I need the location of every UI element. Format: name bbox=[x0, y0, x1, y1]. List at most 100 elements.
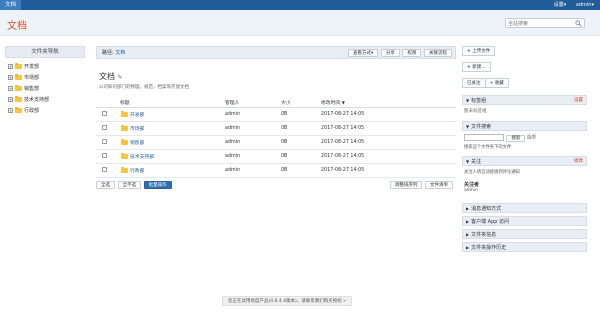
select-none-button[interactable]: 全不选 bbox=[117, 181, 142, 189]
size-cell: 0B bbox=[281, 135, 321, 150]
workflow-button[interactable]: 关联流程 bbox=[424, 49, 452, 57]
new-button[interactable]: + 新建... bbox=[462, 62, 491, 72]
expand-icon[interactable]: + bbox=[8, 108, 13, 113]
favorite-button[interactable]: + 收藏 bbox=[484, 78, 509, 88]
table-row[interactable]: 技术支持部 admin 0B 2017-08-27 14:05 bbox=[96, 149, 456, 164]
search-hint: 搜索这个文件夹下的文件 bbox=[464, 145, 512, 150]
view-mode-button[interactable]: 查看方式▾ bbox=[347, 49, 379, 57]
history-panel-header[interactable]: ▶ 文件夹操作历史 bbox=[462, 242, 587, 252]
search-options-link[interactable]: 选项 bbox=[527, 136, 536, 141]
permission-button[interactable]: 权限 bbox=[402, 49, 422, 57]
edit-icon[interactable]: ✎ bbox=[118, 74, 123, 81]
breadcrumb-link[interactable]: 文档 bbox=[115, 50, 125, 56]
col-owner[interactable]: 管理人 bbox=[225, 98, 281, 108]
modified-cell: 2017-08-27 14:05 bbox=[321, 135, 456, 150]
tags-panel-header[interactable]: ▼ 标签组 设置 bbox=[462, 95, 587, 105]
row-checkbox[interactable] bbox=[102, 139, 107, 144]
row-checkbox[interactable] bbox=[102, 167, 107, 172]
row-checkbox[interactable] bbox=[102, 153, 107, 158]
owner-cell: admin bbox=[225, 163, 281, 178]
table-row[interactable]: 开发部 admin 0B 2017-08-27 14:05 bbox=[96, 107, 456, 122]
batch-action-button[interactable]: 批量操作 bbox=[143, 181, 172, 189]
settings-menu[interactable]: 设置▾ bbox=[554, 2, 567, 8]
page-title: 文档 bbox=[7, 21, 27, 32]
expand-icon: ▶ bbox=[466, 219, 470, 224]
upload-button[interactable]: + 上传文件 bbox=[462, 46, 496, 56]
folder-nav-title: 文件夹导航 bbox=[5, 46, 85, 58]
size-cell: 0B bbox=[281, 149, 321, 164]
tab-docs[interactable]: 文档 bbox=[0, 0, 22, 10]
nav-item-support[interactable]: + 技术支持部 bbox=[5, 95, 85, 106]
plus-icon: + bbox=[467, 65, 471, 70]
trial-notice[interactable]: 您正在试用易度产品(4.8.4.4版本)，请联系我们购买授权 » bbox=[222, 296, 352, 306]
notify-panel-header[interactable]: ▶ 消息通知方式 bbox=[462, 203, 587, 213]
size-cell: 0B bbox=[281, 121, 321, 136]
search-icon[interactable] bbox=[575, 20, 582, 27]
expand-icon[interactable]: + bbox=[8, 64, 13, 69]
nav-item-sales[interactable]: + 销售部 bbox=[5, 84, 85, 95]
right-sidebar: + 上传文件 + 新建... 已关注 + 收藏 ▼ 标签组 设置 暂未标签组 ▼ 文件… bbox=[462, 46, 587, 252]
table-row[interactable]: 销售部 admin 0B 2017-08-27 14:05 bbox=[96, 135, 456, 150]
file-list-button[interactable]: 文件清单 bbox=[425, 181, 453, 189]
select-all-button[interactable]: 全选 bbox=[96, 181, 115, 189]
row-checkbox[interactable] bbox=[102, 125, 107, 130]
nav-item-dev[interactable]: + 开发部 bbox=[5, 62, 85, 73]
sort-desc-icon: ▼ bbox=[341, 99, 345, 105]
follower-name: admin bbox=[464, 188, 479, 193]
folder-icon bbox=[15, 107, 22, 113]
site-search[interactable] bbox=[505, 18, 585, 28]
nav-item-admin[interactable]: + 行政部 bbox=[5, 106, 85, 117]
table-row[interactable]: 市场部 admin 0B 2017-08-27 14:05 bbox=[96, 121, 456, 136]
row-checkbox[interactable] bbox=[102, 111, 107, 116]
page-header: 文档 bbox=[0, 10, 600, 36]
size-cell: 0B bbox=[281, 107, 321, 122]
collapse-icon: ▼ bbox=[466, 159, 470, 164]
main-content: 路径: 文档 查看方式▾ 分享 权限 关联流程 文档 ✎ 公司知识部门的物理，规… bbox=[96, 46, 456, 189]
file-name-link[interactable]: 市场部 bbox=[130, 127, 144, 132]
file-name-link[interactable]: 开发部 bbox=[130, 113, 144, 118]
folder-nav: 文件夹导航 + 开发部 + 市场部 + 销售部 + 技术支持部 + 行政部 bbox=[5, 46, 85, 117]
folder-info-panel-header[interactable]: ▶ 文件夹信息 bbox=[462, 229, 587, 239]
owner-cell: admin bbox=[225, 121, 281, 136]
expand-icon: ▶ bbox=[466, 206, 470, 211]
file-search-body: 搜索 选项 搜索这个文件夹下的文件 bbox=[462, 131, 587, 153]
expand-icon[interactable]: + bbox=[8, 97, 13, 102]
expand-icon: ▶ bbox=[466, 245, 470, 250]
folder-icon bbox=[15, 63, 22, 69]
nav-item-market[interactable]: + 市场部 bbox=[5, 73, 85, 84]
folder-icon bbox=[121, 110, 128, 117]
breadcrumb-bar: 路径: 文档 查看方式▾ 分享 权限 关联流程 bbox=[96, 46, 456, 59]
follow-edit-link[interactable]: 修改 bbox=[574, 157, 583, 166]
owner-cell: admin bbox=[225, 149, 281, 164]
folder-icon bbox=[121, 152, 128, 159]
file-search-input[interactable] bbox=[464, 134, 504, 141]
file-table: 标题 管理人 大小 修改时间 ▼ 开发部 admin 0B 2017-08-27… bbox=[96, 98, 456, 178]
folder-title: 文档 ✎ bbox=[99, 72, 123, 81]
col-size[interactable]: 大小 bbox=[281, 98, 321, 108]
user-menu[interactable]: admin▾ bbox=[576, 2, 594, 8]
followers-label: 关注者 bbox=[464, 182, 480, 188]
search-input[interactable] bbox=[508, 20, 572, 27]
file-name-link[interactable]: 销售部 bbox=[130, 141, 144, 146]
tags-settings-link[interactable]: 设置 bbox=[574, 96, 583, 105]
breadcrumb: 路径: 文档 bbox=[102, 47, 125, 59]
share-button[interactable]: 分享 bbox=[380, 49, 400, 57]
col-title[interactable]: 标题 bbox=[120, 98, 225, 108]
folder-icon bbox=[15, 74, 22, 80]
expand-icon[interactable]: + bbox=[8, 75, 13, 80]
modified-cell: 2017-08-27 14:05 bbox=[321, 149, 456, 164]
owner-cell: admin bbox=[225, 135, 281, 150]
file-name-link[interactable]: 技术支持部 bbox=[130, 155, 154, 160]
table-row[interactable]: 行政部 admin 0B 2017-08-27 14:05 bbox=[96, 163, 456, 178]
follow-panel-header[interactable]: ▼ 关注 修改 bbox=[462, 156, 587, 166]
app-access-panel-header[interactable]: ▶ 客户端 App 访问 bbox=[462, 216, 587, 226]
sort-columns-button[interactable]: 调整排序列 bbox=[389, 181, 423, 189]
file-search-button[interactable]: 搜索 bbox=[506, 135, 526, 142]
col-modified[interactable]: 修改时间 ▼ bbox=[321, 98, 456, 108]
followed-button[interactable]: 已关注 bbox=[462, 78, 486, 88]
file-name-link[interactable]: 行政部 bbox=[130, 169, 144, 174]
expand-icon[interactable]: + bbox=[8, 86, 13, 91]
expand-icon: ▶ bbox=[466, 232, 470, 237]
modified-cell: 2017-08-27 14:05 bbox=[321, 163, 456, 178]
file-search-header[interactable]: ▼ 文件搜索 bbox=[462, 121, 587, 131]
